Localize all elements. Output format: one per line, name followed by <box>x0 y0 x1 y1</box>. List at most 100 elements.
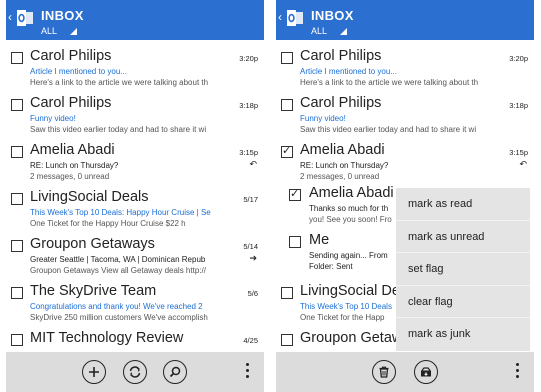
menu-item-mark-as-unread[interactable]: mark as unread <box>396 221 530 253</box>
message-sender: Amelia Abadi <box>300 142 385 158</box>
message-checkbox[interactable] <box>11 146 23 158</box>
new-mail-icon <box>89 367 99 377</box>
new-mail-button[interactable] <box>82 360 106 384</box>
message-row[interactable]: Carol Philips Article I mentioned to you… <box>276 45 534 92</box>
message-time: 5/17 <box>243 195 258 204</box>
message-subject: Greater Seattle | Tacoma, WA | Dominican… <box>30 255 206 264</box>
message-time: 3:20p <box>239 54 258 63</box>
filter-dropdown-icon[interactable] <box>340 28 347 35</box>
message-preview: Saw this video earlier today and had to … <box>300 125 477 134</box>
message-checkbox[interactable] <box>281 52 293 64</box>
more-options-icon[interactable] <box>516 363 520 381</box>
message-row[interactable]: Carol Philips Article I mentioned to you… <box>6 45 264 92</box>
message-preview: Here's a link to the article we were tal… <box>300 78 479 87</box>
delete-icon <box>379 366 389 378</box>
message-checkbox[interactable] <box>11 287 23 299</box>
left-phone-screen: ‹ INBOX ALL Carol Philips Article I ment… <box>6 0 264 392</box>
message-sender: Groupon Getaw <box>300 330 403 346</box>
message-sender: Carol Philips <box>30 48 112 64</box>
sync-icon <box>129 366 141 378</box>
message-checkbox[interactable] <box>281 334 293 346</box>
message-sender: The SkyDrive Team <box>30 283 157 299</box>
message-time: 3:18p <box>239 101 258 110</box>
message-preview: 2 messages, 0 unread <box>300 172 380 181</box>
message-checkbox[interactable] <box>11 240 23 252</box>
message-subject: Article I mentioned to you... <box>30 67 127 76</box>
message-preview: 2 messages, 0 unread <box>30 172 110 181</box>
message-sender: LivingSocial Deals <box>30 189 149 205</box>
filter-dropdown-icon[interactable] <box>70 28 77 35</box>
forward-icon: ➔ <box>249 253 257 263</box>
message-checkbox[interactable] <box>11 334 23 346</box>
message-preview: SkyDrive 250 million customers We've acc… <box>30 313 208 322</box>
message-row[interactable]: The SkyDrive Team Congratulations and th… <box>6 280 264 327</box>
delete-button[interactable] <box>372 360 396 384</box>
context-menu: mark as read mark as unread set flag cle… <box>396 188 530 351</box>
filter-all-label[interactable]: ALL <box>41 26 57 36</box>
reply-icon: ↶ <box>249 159 257 169</box>
message-row[interactable]: LivingSocial Deals This Week's Top 10 De… <box>6 186 264 233</box>
menu-item-mark-as-read[interactable]: mark as read <box>396 188 530 221</box>
message-checkbox[interactable] <box>281 99 293 111</box>
message-sender: MIT Technology Review <box>30 330 184 346</box>
reply-icon: ↶ <box>519 159 527 169</box>
inbox-title: INBOX <box>311 8 354 23</box>
inbox-header: ‹ INBOX ALL <box>276 0 534 40</box>
message-sender: Me <box>309 232 330 248</box>
message-sender: Carol Philips <box>300 48 382 64</box>
sync-button[interactable] <box>123 360 147 384</box>
outlook-icon <box>287 10 303 26</box>
message-preview: Saw this video earlier today and had to … <box>30 125 207 134</box>
message-row[interactable]: Carol Philips Funny video! Saw this vide… <box>276 92 534 139</box>
message-checkbox[interactable] <box>11 52 23 64</box>
message-time: 3:15p <box>509 148 528 157</box>
message-checkbox[interactable] <box>11 193 23 205</box>
message-time: 4/25 <box>243 336 258 345</box>
message-subject: Funny video! <box>30 114 76 123</box>
move-icon <box>421 367 431 377</box>
message-preview: One Ticket for the Happy Hour Cruise $22… <box>30 219 186 228</box>
message-row[interactable]: Amelia Abadi RE: Lunch on Thursday? 2 me… <box>276 139 534 186</box>
more-options-icon[interactable] <box>246 363 250 381</box>
back-chevron-icon[interactable]: ‹ <box>278 11 282 23</box>
message-sender: Carol Philips <box>300 95 382 111</box>
message-checkbox[interactable] <box>281 287 293 299</box>
search-button[interactable] <box>163 360 187 384</box>
message-checkbox[interactable] <box>289 236 301 248</box>
message-row[interactable]: Amelia Abadi RE: Lunch on Thursday? 2 me… <box>6 139 264 186</box>
message-checkbox[interactable] <box>11 99 23 111</box>
message-sender: Amelia Abadi <box>309 185 394 201</box>
message-preview: Here's a link to the article we were tal… <box>30 78 209 87</box>
message-time: 3:15p <box>239 148 258 157</box>
message-preview: Groupon Getaways View all Getaway deals … <box>30 266 206 275</box>
message-row[interactable]: Carol Philips Funny video! Saw this vide… <box>6 92 264 139</box>
menu-item-set-flag[interactable]: set flag <box>396 253 530 286</box>
move-button[interactable] <box>414 360 438 384</box>
message-checkbox[interactable] <box>281 144 293 158</box>
message-sender: Groupon Getaways <box>30 236 155 252</box>
outlook-icon <box>17 10 33 26</box>
message-time: 3:20p <box>509 54 528 63</box>
inbox-title: INBOX <box>41 8 84 23</box>
message-time: 5/6 <box>247 289 258 298</box>
inbox-header: ‹ INBOX ALL <box>6 0 264 40</box>
app-bar <box>6 352 264 392</box>
menu-item-clear-flag[interactable]: clear flag <box>396 286 530 318</box>
message-time: 3:18p <box>509 101 528 110</box>
message-checkbox[interactable] <box>289 187 301 201</box>
filter-all-label[interactable]: ALL <box>311 26 327 36</box>
back-chevron-icon[interactable]: ‹ <box>8 11 12 23</box>
message-subject: Congratulations and thank you! We've rea… <box>30 302 203 311</box>
message-subject: RE: Lunch on Thursday? <box>30 161 119 170</box>
message-subject: Article I mentioned to you... <box>300 67 397 76</box>
search-icon <box>169 366 181 378</box>
message-row[interactable]: Groupon Getaways Greater Seattle | Tacom… <box>6 233 264 280</box>
message-subject: RE: Lunch on Thursday? <box>300 161 389 170</box>
message-sender: Amelia Abadi <box>30 142 115 158</box>
message-subject: Funny video! <box>300 114 346 123</box>
message-time: 5/14 <box>243 242 258 251</box>
message-sender: Carol Philips <box>30 95 112 111</box>
app-bar <box>276 352 534 392</box>
menu-item-mark-as-junk[interactable]: mark as junk <box>396 318 530 351</box>
message-subject: This Week's Top 10 Deals: Happy Hour Cru… <box>30 208 211 217</box>
